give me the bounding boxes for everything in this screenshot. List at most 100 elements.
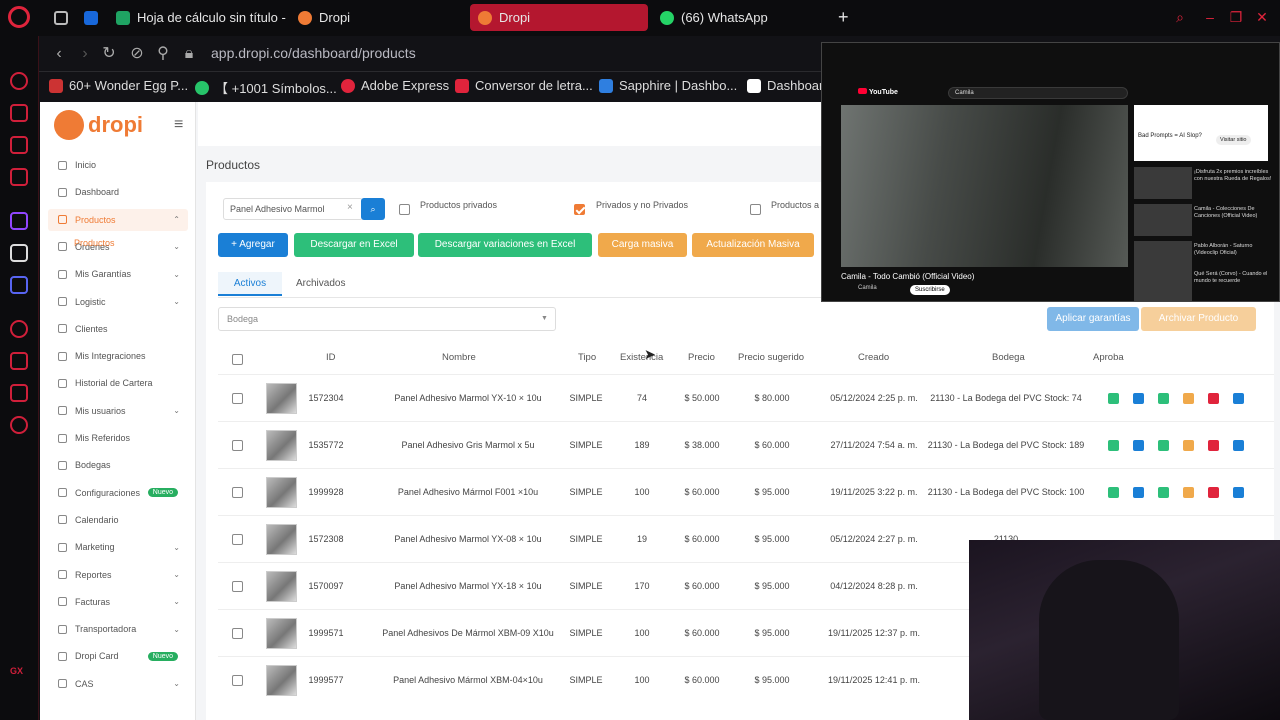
address-bar[interactable]: app.dropi.co/dashboard/products	[211, 45, 416, 61]
checkbox-privados-y-no-privados[interactable]	[574, 204, 585, 215]
gx-icon[interactable]: GX	[10, 666, 28, 684]
sidebar-item[interactable]: Mis usuarios ⌄	[48, 400, 188, 422]
row-checkbox[interactable]	[232, 628, 243, 639]
reload-icon[interactable]: ↻	[99, 44, 119, 64]
youtube-video-player[interactable]	[841, 105, 1128, 267]
x-icon[interactable]	[10, 244, 28, 262]
sidebar-item[interactable]: Bodegas	[48, 454, 188, 476]
tab-dropi-active[interactable]: Dropi	[470, 4, 648, 31]
sidebar-item[interactable]: Clientes	[48, 318, 188, 340]
sidebar-item[interactable]: Logistic ⌄	[48, 291, 188, 313]
row-checkbox[interactable]	[232, 393, 243, 404]
new-tab-button[interactable]: +	[830, 4, 854, 31]
twitch-icon[interactable]	[10, 212, 28, 230]
back-icon[interactable]: ‹	[49, 44, 69, 64]
bookmark-item[interactable]: Conversor de letra...	[455, 78, 593, 93]
tab-trello[interactable]	[76, 4, 104, 31]
copy-icon[interactable]	[1233, 440, 1244, 451]
sidebar-item[interactable]: Dashboard	[48, 181, 188, 203]
tab-activos[interactable]: Activos	[218, 272, 282, 296]
close-icon[interactable]: ✕	[1254, 9, 1270, 25]
list-icon[interactable]	[1183, 487, 1194, 498]
suggestion-thumbnail[interactable]	[1134, 167, 1192, 199]
sidebar-item[interactable]: Mis Integraciones	[48, 345, 188, 367]
user-icon[interactable]	[1133, 393, 1144, 404]
youtube-subscribe-button[interactable]: Suscribirse	[910, 285, 950, 295]
sidebar-item[interactable]: Configuraciones Nuevo	[48, 482, 188, 504]
sidebar-item[interactable]: Reportes ⌄	[48, 564, 188, 586]
bookmark-item[interactable]: Dashboard	[747, 78, 831, 93]
youtube-logo[interactable]: YouTube	[858, 88, 898, 96]
tab-dropi-1[interactable]: Dropi	[290, 4, 460, 31]
sidebar-item[interactable]: Inicio	[48, 154, 188, 176]
sidebar-item[interactable]: Mis Garantías ⌄	[48, 263, 188, 285]
user-icon[interactable]	[1133, 487, 1144, 498]
tab-archivados[interactable]: Archivados	[296, 272, 345, 296]
suggestion-title[interactable]: Qué Será (Corvo) - Cuando el mundo te re…	[1194, 271, 1274, 285]
approve-icon[interactable]	[1108, 393, 1119, 404]
bodega-select[interactable]: Bodega	[218, 307, 556, 331]
bookmark-item[interactable]: Adobe Express	[341, 78, 449, 93]
history-icon[interactable]	[10, 384, 28, 402]
suggestion-title[interactable]: Pablo Alborán - Saturno (Videoclip Ofici…	[1194, 243, 1274, 257]
bag-icon[interactable]	[10, 168, 28, 186]
youtube-ad[interactable]: Bad Prompts = AI Slop? Visitar sitio	[1134, 105, 1268, 161]
vpn-icon[interactable]: ⚲	[153, 44, 173, 64]
row-checkbox[interactable]	[232, 675, 243, 686]
suggestion-thumbnail[interactable]	[1134, 204, 1192, 236]
opera-logo-icon[interactable]	[8, 6, 30, 28]
descargar-variaciones-button[interactable]: Descargar variaciones en Excel	[418, 233, 592, 257]
product-thumbnail[interactable]	[266, 383, 297, 414]
approve-icon[interactable]	[1108, 487, 1119, 498]
suggestion-title[interactable]: ¡Disfruta 2x premios increíbles con nues…	[1194, 169, 1274, 183]
search-button[interactable]: ⌕	[361, 198, 385, 220]
row-checkbox[interactable]	[232, 581, 243, 592]
table-row[interactable]: 1999928 Panel Adhesivo Mármol F001 ×10u SI…	[218, 468, 1274, 515]
checkbox-productos-privados[interactable]	[399, 204, 410, 215]
table-row[interactable]: 1535772 Panel Adhesivo Gris Marmol x 5u SI…	[218, 421, 1274, 468]
product-thumbnail[interactable]	[266, 524, 297, 555]
settings-icon[interactable]	[10, 416, 28, 434]
tab-sheets[interactable]: Hoja de cálculo sin título -	[108, 4, 286, 31]
youtube-ad-button[interactable]: Visitar sitio	[1216, 135, 1251, 145]
sidebar-item[interactable]: Marketing ⌄	[48, 536, 188, 558]
search-icon[interactable]: ⌕	[1172, 9, 1188, 25]
row-checkbox[interactable]	[232, 534, 243, 545]
product-thumbnail[interactable]	[266, 430, 297, 461]
youtube-channel-name[interactable]: Camila	[858, 285, 877, 291]
sidebar-item[interactable]: Transportadora ⌄	[48, 618, 188, 640]
cart-icon[interactable]	[1158, 440, 1169, 451]
copy-icon[interactable]	[1233, 393, 1244, 404]
sidebar-item[interactable]: Mis Referidos	[48, 427, 188, 449]
list-icon[interactable]	[1183, 440, 1194, 451]
approve-icon[interactable]	[1108, 440, 1119, 451]
copy-icon[interactable]	[1233, 487, 1244, 498]
news-icon[interactable]	[10, 136, 28, 154]
submenu-item-productos[interactable]: Productos	[74, 238, 115, 248]
user-icon[interactable]	[1133, 440, 1144, 451]
tab-gamepad[interactable]	[46, 4, 74, 31]
dropi-logo[interactable]: dropi	[54, 110, 143, 140]
suggestion-thumbnail[interactable]	[1134, 269, 1192, 301]
suggestion-title[interactable]: Camila - Colecciones De Canciones (Offic…	[1194, 206, 1274, 220]
sidebar-item[interactable]: Productos ⌃	[48, 208, 188, 231]
carga-masiva-button[interactable]: Carga masiva	[598, 233, 687, 257]
notes-icon[interactable]	[10, 352, 28, 370]
discord-icon[interactable]	[10, 276, 28, 294]
delete-icon[interactable]	[1208, 487, 1219, 498]
search-input[interactable]: Panel Adhesivo Marmol	[223, 198, 363, 220]
clear-search-icon[interactable]: ×	[347, 202, 353, 213]
product-thumbnail[interactable]	[266, 618, 297, 649]
diamond-icon[interactable]	[10, 104, 28, 122]
forward-icon[interactable]: ›	[75, 44, 95, 64]
delete-icon[interactable]	[1208, 393, 1219, 404]
sidebar-item[interactable]: Historial de Cartera	[48, 372, 188, 394]
opera-ai-icon[interactable]	[10, 72, 28, 90]
list-icon[interactable]	[1183, 393, 1194, 404]
checkbox-productos-a[interactable]	[750, 204, 761, 215]
sidebar-item[interactable]: Ordenes ⌄	[48, 236, 188, 258]
aplicar-garantias-button[interactable]: Aplicar garantías	[1047, 307, 1139, 331]
cart-icon[interactable]	[1158, 487, 1169, 498]
hamburger-menu-icon[interactable]: ≡	[174, 116, 183, 134]
tab-whatsapp[interactable]: (66) WhatsApp	[652, 4, 822, 31]
